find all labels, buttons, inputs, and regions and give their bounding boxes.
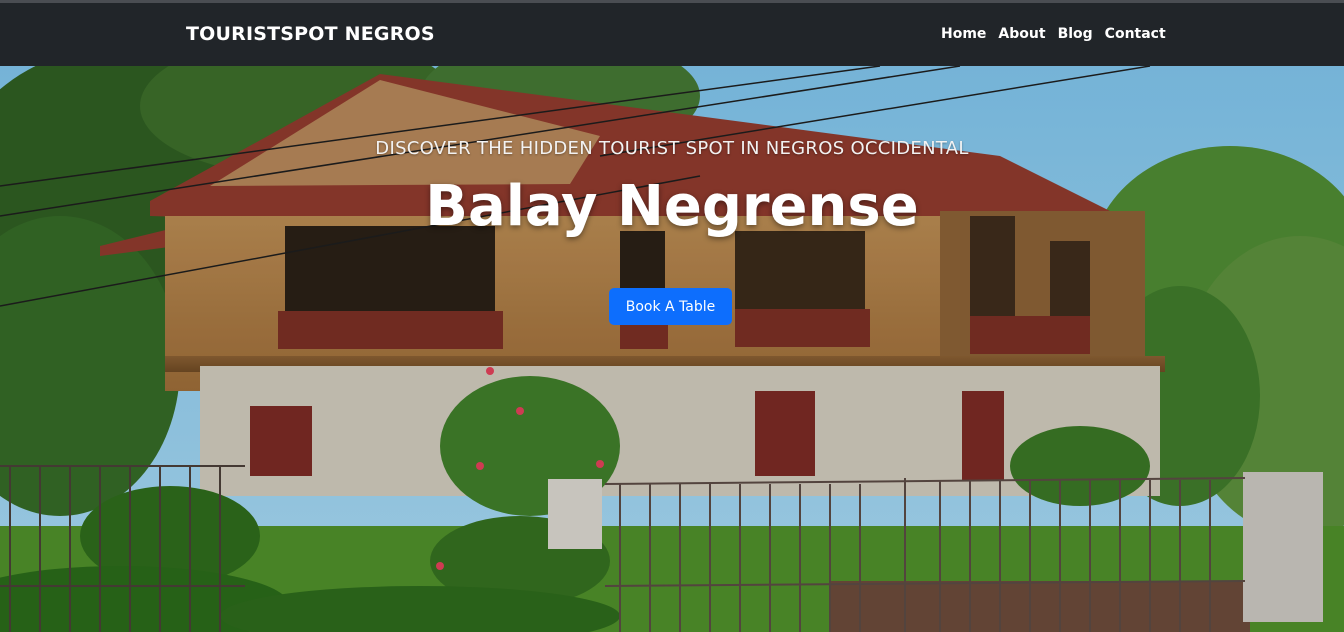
hero-section: DISCOVER THE HIDDEN TOURIST SPOT IN NEGR… xyxy=(0,66,1344,632)
hero-title: Balay Negrense xyxy=(425,174,919,239)
nav-link-blog[interactable]: Blog xyxy=(1058,26,1093,42)
book-a-table-button[interactable]: Book A Table xyxy=(609,288,732,325)
brand-logo[interactable]: TOURISTSPOT NEGROS xyxy=(186,23,435,45)
nav-links: Home About Blog Contact xyxy=(941,26,1166,42)
nav-link-home[interactable]: Home xyxy=(941,26,986,42)
navbar: TOURISTSPOT NEGROS Home About Blog Conta… xyxy=(0,3,1344,66)
hero-eyebrow-text: DISCOVER THE HIDDEN TOURIST SPOT IN NEGR… xyxy=(375,138,969,159)
nav-link-about[interactable]: About xyxy=(998,26,1045,42)
nav-link-contact[interactable]: Contact xyxy=(1105,26,1166,42)
